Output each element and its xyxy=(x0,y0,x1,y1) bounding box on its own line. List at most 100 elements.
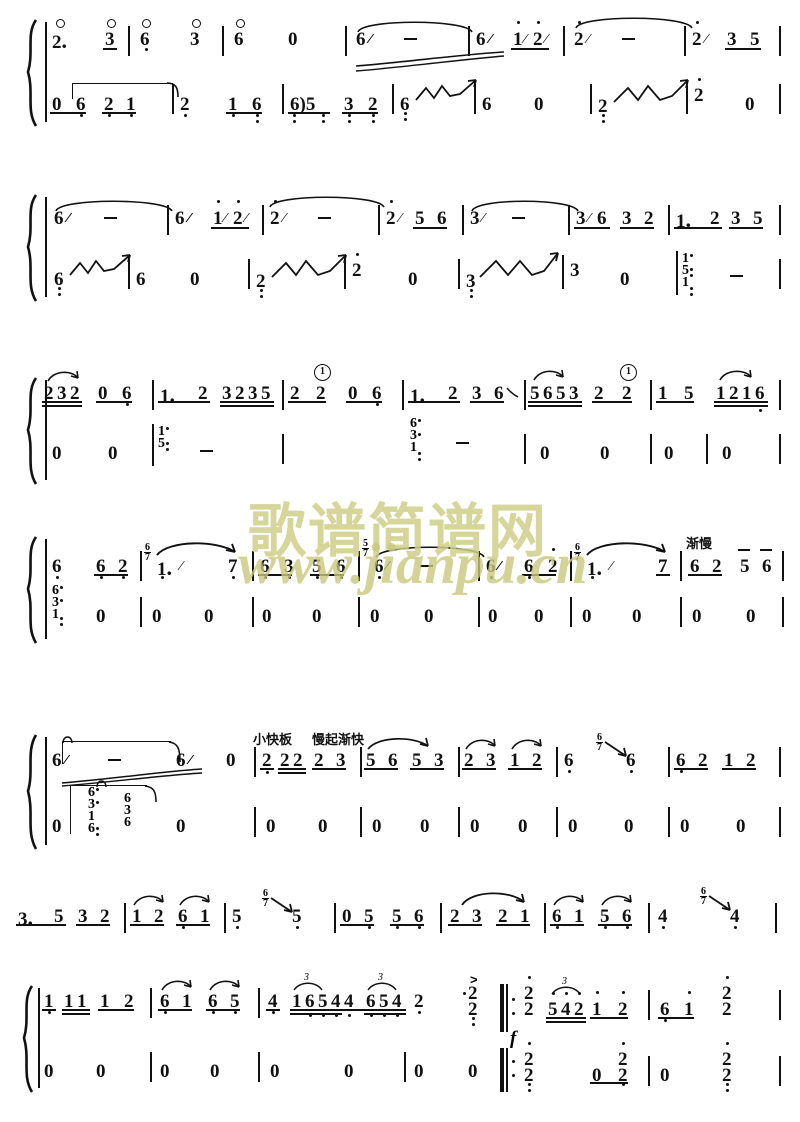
beam xyxy=(96,401,132,403)
beam xyxy=(76,924,110,926)
harmonic-fraction: 67 xyxy=(144,542,151,563)
octave-down-dot xyxy=(472,1023,475,1026)
note: 6 xyxy=(564,750,574,771)
rest: 0 xyxy=(204,606,214,627)
beam xyxy=(16,924,66,926)
barline xyxy=(344,255,346,289)
beam xyxy=(462,768,496,770)
barline xyxy=(556,807,558,837)
beam xyxy=(94,574,128,576)
harmonic-fraction: 67 xyxy=(596,732,603,753)
beam xyxy=(470,401,504,403)
hold-dash xyxy=(108,759,121,761)
hold-dash xyxy=(200,450,213,452)
note: 6 xyxy=(52,750,62,771)
barline xyxy=(779,807,781,837)
barline xyxy=(782,597,784,627)
barline xyxy=(562,255,564,289)
rest: 0 xyxy=(414,1061,424,1082)
note: 5 xyxy=(415,208,425,229)
beam xyxy=(226,112,262,114)
system-2: 6 ⁄⁄ 6 ⁄⁄ 1 ⁄ 2 ⁄ 2 ⁄ 2 ⁄ 5 6 3 ⁄ 3 ⁄ 6 … xyxy=(0,175,800,325)
tie-arc xyxy=(470,197,580,213)
note: 3 xyxy=(622,208,632,229)
note: 2. xyxy=(52,28,67,53)
slur-arc xyxy=(160,978,194,992)
octave-down-dot xyxy=(96,801,99,804)
octave-down-dot xyxy=(528,576,531,579)
octave-down-dot xyxy=(164,1011,167,1014)
note: 3 xyxy=(731,208,741,229)
note: 3 xyxy=(570,260,580,281)
note: 5 xyxy=(750,29,760,50)
beam xyxy=(511,48,549,50)
note: 6 xyxy=(234,29,244,50)
beam xyxy=(42,405,82,407)
beam xyxy=(310,574,344,576)
octave-down-dot xyxy=(236,926,239,929)
system-5: 6 ⁄⁄ 6 ⁄⁄ 0 小快板 慢起渐快 2 2 2 2 3 5 6 5 3 2… xyxy=(0,715,800,865)
barline xyxy=(282,434,284,464)
octave-up-dot xyxy=(552,992,555,995)
octave-down-dot xyxy=(418,926,421,929)
note: 2 xyxy=(414,991,424,1012)
slur-arc xyxy=(46,369,82,383)
note: 5 xyxy=(232,906,242,927)
octave-down-dot xyxy=(232,114,235,117)
beam xyxy=(522,574,556,576)
octave-up-dot xyxy=(356,253,359,256)
note: 5 xyxy=(292,906,302,927)
octave-up-dot xyxy=(237,200,240,203)
note: 2 xyxy=(574,29,584,50)
octave-down-dot xyxy=(404,112,407,115)
vibrato-icon: ⁄⁄ xyxy=(188,211,190,226)
harmonic-circle-icon xyxy=(236,19,245,28)
barline xyxy=(150,1052,152,1082)
rest: 0 xyxy=(152,606,162,627)
note: 4 xyxy=(730,906,740,927)
rest: 0 xyxy=(534,94,544,115)
beam xyxy=(658,1017,694,1019)
octave-down-dot xyxy=(60,599,63,602)
barline xyxy=(378,205,380,235)
barline xyxy=(779,990,781,1020)
chord-note: 6 xyxy=(124,815,131,830)
rest: 0 xyxy=(176,816,186,837)
octave-down-dot xyxy=(690,274,693,277)
barline xyxy=(570,597,572,627)
barline xyxy=(668,205,670,235)
note: 3 xyxy=(727,29,737,50)
octave-down-dot xyxy=(372,120,375,123)
octave-up-dot xyxy=(688,991,691,994)
octave-down-dot xyxy=(316,576,319,579)
hold-dash xyxy=(456,442,469,444)
chord-stack: 6 3 1 xyxy=(52,584,59,622)
octave-down-dot xyxy=(96,833,99,836)
dynamic-forte: f xyxy=(510,1028,517,1049)
beam xyxy=(130,924,164,926)
beam xyxy=(278,772,306,774)
octave-down-dot xyxy=(690,287,693,290)
slur-arc xyxy=(718,368,754,382)
octave-up-dot xyxy=(217,200,220,203)
octave-down-dot xyxy=(145,48,148,51)
beam xyxy=(288,112,330,114)
beam xyxy=(158,401,210,403)
barline xyxy=(254,807,256,837)
rest: 0 xyxy=(664,443,674,464)
rest: 0 xyxy=(318,816,328,837)
note: 6 xyxy=(626,750,636,771)
system-3: 2 3 2 0 6 1. 2 3 2 3 5 2 2 1 0 6 1. 2 3 … xyxy=(0,362,800,492)
octave-down-dot xyxy=(378,576,381,579)
note: 4 xyxy=(658,906,668,927)
barline xyxy=(779,747,781,777)
system-brace xyxy=(22,733,40,851)
octave-down-dot xyxy=(96,788,99,791)
chord-stack: 1 5 1 xyxy=(682,252,689,290)
vibrato-icon: ⁄⁄ xyxy=(386,559,388,574)
note: 5 xyxy=(740,556,750,577)
octave-down-dot xyxy=(161,576,164,579)
barline xyxy=(568,205,570,235)
note: 1 xyxy=(513,29,523,50)
barline xyxy=(248,259,250,289)
